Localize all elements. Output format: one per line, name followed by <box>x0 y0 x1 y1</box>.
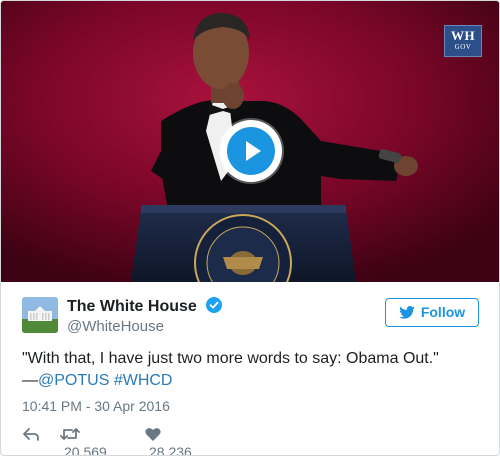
follow-label: Follow <box>420 304 466 320</box>
twitter-bird-icon <box>399 306 415 319</box>
like-button[interactable]: 28,236 <box>145 425 192 456</box>
retweet-button[interactable]: 20,569 <box>60 425 107 456</box>
retweet-icon <box>60 428 80 440</box>
follow-button[interactable]: Follow <box>385 298 479 327</box>
like-count: 28,236 <box>149 444 192 456</box>
play-button[interactable] <box>220 120 282 182</box>
avatar[interactable] <box>22 297 58 333</box>
tweet-card: WH GOV The White House @WhiteHouse Follo… <box>0 0 500 456</box>
reply-button[interactable] <box>22 425 40 443</box>
badge-title: WH <box>450 28 476 43</box>
whitehouse-gov-badge: WH GOV <box>444 25 482 57</box>
hashtag-link[interactable]: #WHCD <box>114 372 173 389</box>
video-player[interactable]: WH GOV <box>1 1 499 282</box>
author-handle[interactable]: @WhiteHouse <box>67 317 164 337</box>
play-icon <box>227 127 275 175</box>
play-triangle <box>246 141 261 161</box>
tweet-text: "With that, I have just two more words t… <box>22 348 482 392</box>
tweet-timestamp[interactable]: 10:41 PM - 30 Apr 2016 <box>22 397 170 415</box>
reply-icon <box>23 428 39 441</box>
author-name-row[interactable]: The White House <box>67 297 223 317</box>
badge-subtitle: GOV <box>454 43 472 51</box>
mention-link[interactable]: @POTUS <box>38 372 109 389</box>
heart-icon <box>145 428 161 441</box>
verified-icon <box>206 297 223 313</box>
tweet-dash: — <box>22 372 38 389</box>
white-house-avatar-icon <box>22 297 58 333</box>
tweet-quote: "With that, I have just two more words t… <box>22 350 439 367</box>
retweet-count: 20,569 <box>64 444 107 456</box>
author-name[interactable]: The White House <box>67 298 197 315</box>
